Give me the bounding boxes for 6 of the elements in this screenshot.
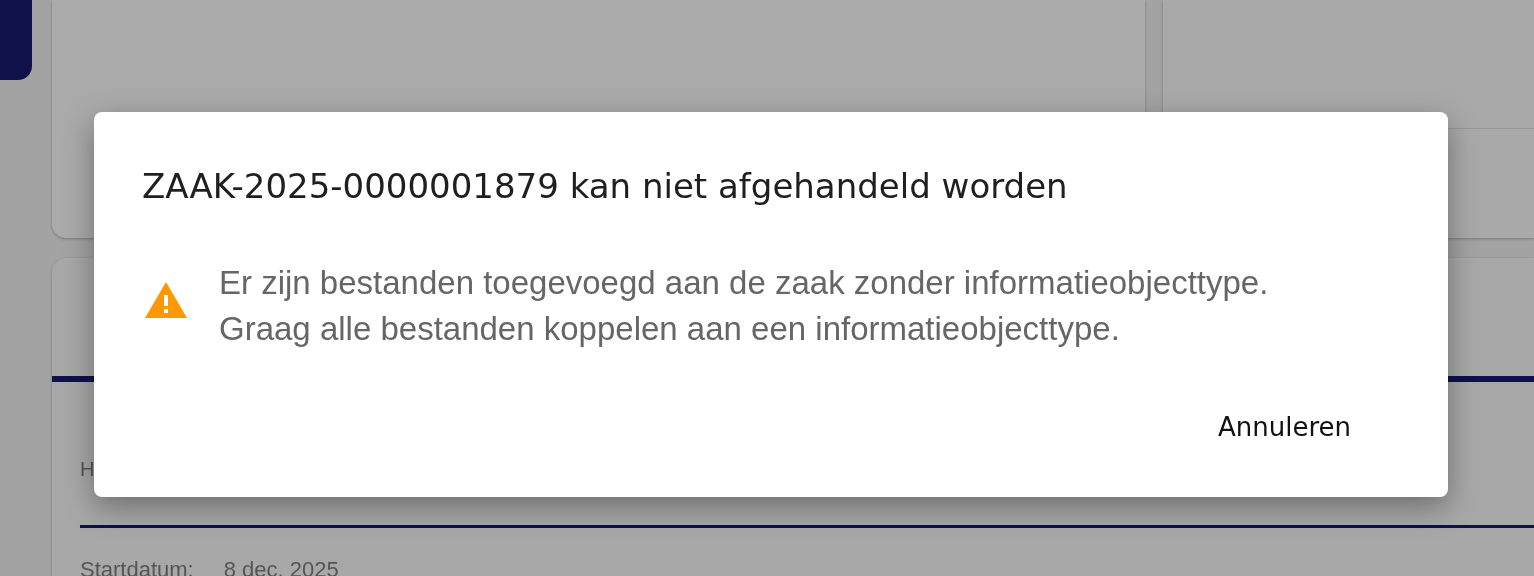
cancel-button[interactable]: Annuleren	[1201, 404, 1367, 450]
section-heading: H	[80, 457, 95, 482]
dialog-message: Graag alle bestanden koppelen aan een informatieobjecttype.	[219, 309, 1121, 349]
dialog-message: Er zijn bestanden toegevoegd aan de zaak zonder informatieobjecttype.	[219, 263, 1269, 303]
nav-tab[interactable]	[0, 0, 32, 80]
dialog-title: ZAAK-2025-0000001879 kan niet afgehandeld worden	[142, 165, 1068, 208]
